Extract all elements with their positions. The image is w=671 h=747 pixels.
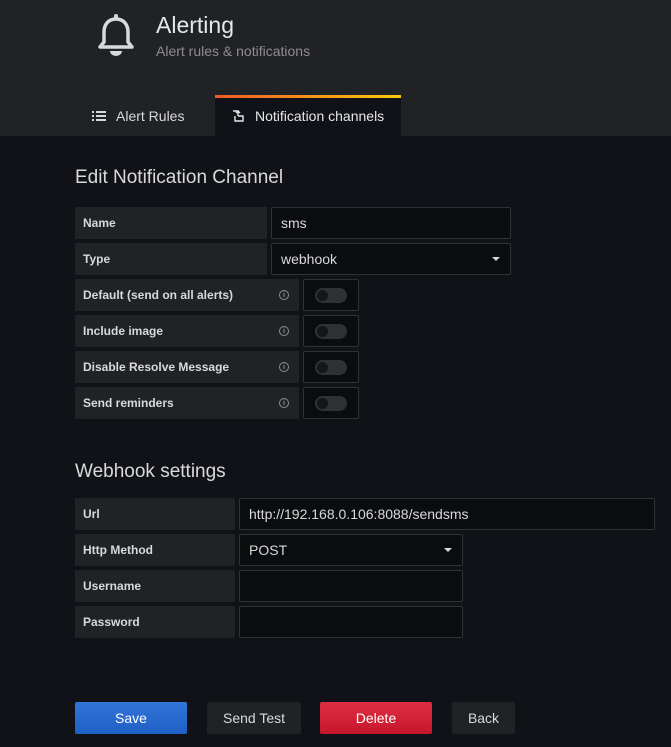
tab-label: Alert Rules [116, 107, 185, 124]
send-test-button[interactable]: Send Test [207, 702, 301, 734]
password-label: Password [75, 606, 235, 638]
switch-knob [317, 362, 328, 373]
section-title-webhook: Webhook settings [75, 461, 226, 482]
toggle-default[interactable] [303, 279, 359, 311]
name-input[interactable]: sms [271, 207, 511, 239]
name-label: Name [75, 207, 267, 239]
info-icon[interactable]: i [279, 326, 289, 336]
channel-icon [231, 109, 245, 123]
caret-down-icon [492, 257, 500, 261]
type-select-value: webhook [281, 251, 338, 267]
switch-track[interactable] [315, 288, 347, 303]
url-input[interactable]: http://192.168.0.106:8088/sendsms [239, 498, 655, 530]
switch-track[interactable] [315, 324, 347, 339]
switch-knob [317, 326, 328, 337]
toggle-label-include-image: Include image i [75, 315, 299, 347]
toggle-include-image[interactable] [303, 315, 359, 347]
http-method-value: POST [249, 542, 288, 558]
toggle-label-disable-resolve: Disable Resolve Message i [75, 351, 299, 383]
section-title-edit: Edit Notification Channel [75, 167, 284, 188]
switch-track[interactable] [315, 360, 347, 375]
back-button[interactable]: Back [452, 702, 515, 734]
switch-track[interactable] [315, 396, 347, 411]
username-label: Username [75, 570, 235, 602]
toggle-label-text: Send reminders [83, 396, 174, 410]
save-button[interactable]: Save [75, 702, 187, 734]
toggle-send-reminders[interactable] [303, 387, 359, 419]
switch-knob [317, 398, 328, 409]
page-subtitle: Alert rules & notifications [156, 43, 311, 59]
http-method-select[interactable]: POST [239, 534, 463, 566]
toggle-label-send-reminders: Send reminders i [75, 387, 299, 419]
switch-knob [317, 290, 328, 301]
url-label: Url [75, 498, 235, 530]
info-icon[interactable]: i [279, 290, 289, 300]
toggle-label-default: Default (send on all alerts) i [75, 279, 299, 311]
caret-down-icon [444, 548, 452, 552]
username-input[interactable] [239, 570, 463, 602]
list-icon [92, 110, 106, 122]
info-icon[interactable]: i [279, 362, 289, 372]
info-icon[interactable]: i [279, 398, 289, 408]
toggle-disable-resolve[interactable] [303, 351, 359, 383]
toggle-label-text: Include image [83, 324, 164, 338]
bell-icon [98, 14, 134, 56]
toggle-label-text: Default (send on all alerts) [83, 288, 234, 302]
password-input[interactable] [239, 606, 463, 638]
tab-alert-rules[interactable]: Alert Rules [76, 95, 184, 136]
http-method-label: Http Method [75, 534, 235, 566]
type-label: Type [75, 243, 267, 275]
delete-button[interactable]: Delete [320, 702, 432, 734]
tab-label: Notification channels [255, 107, 385, 124]
page-header: Alerting Alert rules & notifications Ale… [0, 0, 671, 136]
tab-notification-channels[interactable]: Notification channels [215, 95, 401, 136]
page-title: Alerting [156, 12, 234, 38]
type-select[interactable]: webhook [271, 243, 511, 275]
toggle-label-text: Disable Resolve Message [83, 360, 230, 374]
